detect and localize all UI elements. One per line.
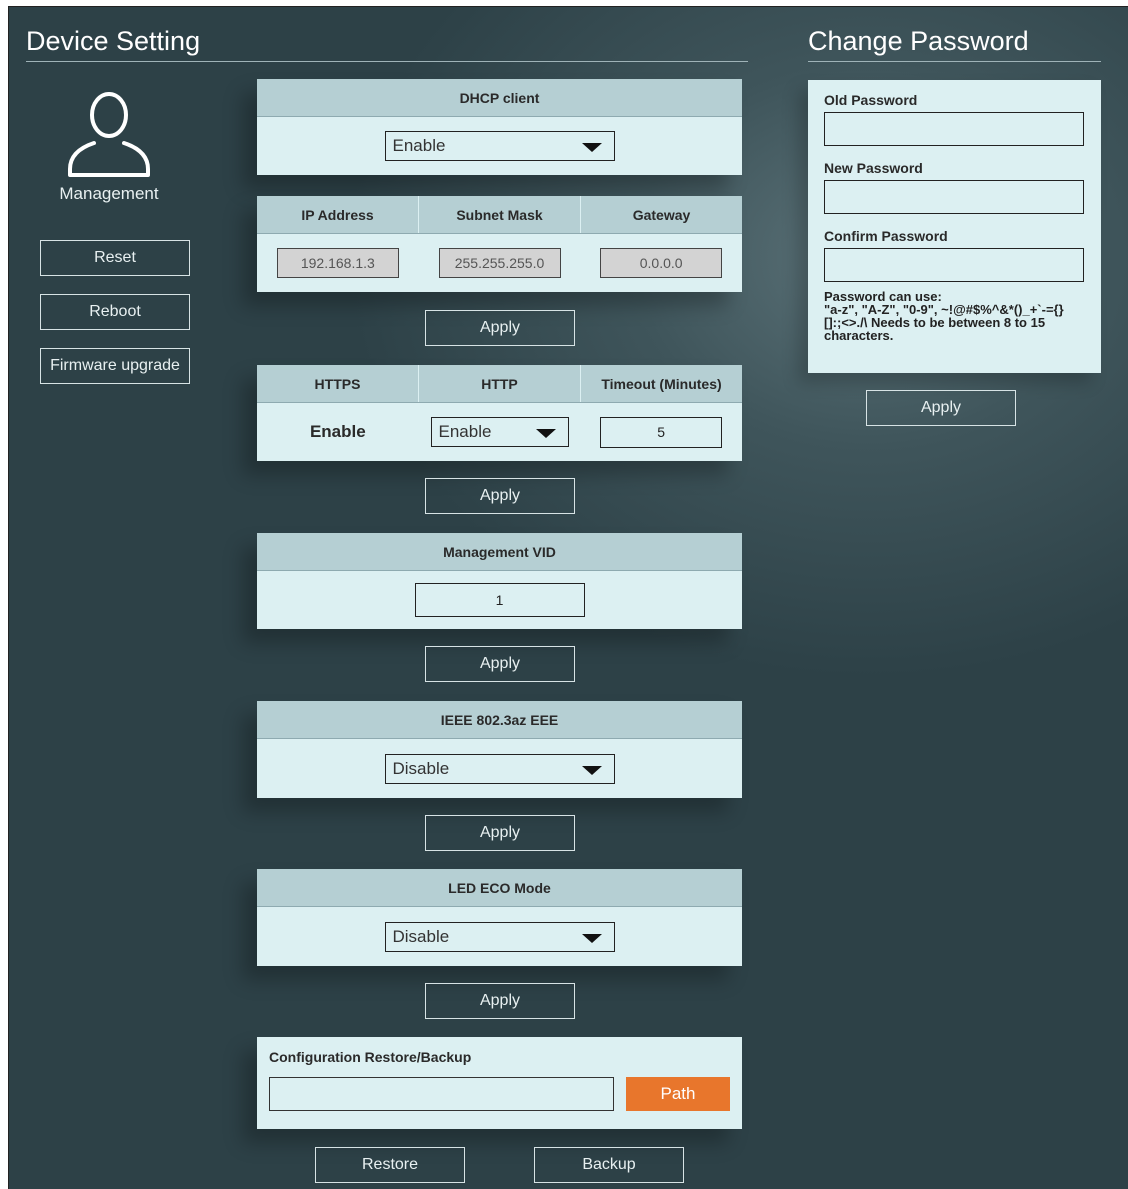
backup-button[interactable]: Backup <box>534 1147 684 1183</box>
config-panel: Configuration Restore/Backup Path <box>257 1037 742 1129</box>
eee-apply-button[interactable]: Apply <box>425 815 575 851</box>
chevron-down-icon <box>581 933 602 943</box>
timeout-input[interactable]: 5 <box>600 416 723 448</box>
management-user-icon <box>64 89 154 179</box>
vid-panel: Management VID 1 <box>257 533 742 629</box>
chevron-down-icon <box>535 429 556 438</box>
http-header: HTTP <box>418 365 580 402</box>
confirm-password-label: Confirm Password <box>824 228 948 244</box>
led-panel: LED ECO Mode Disable <box>257 869 742 966</box>
vid-input[interactable]: 1 <box>414 583 585 617</box>
password-apply-button[interactable]: Apply <box>866 390 1016 426</box>
eee-header: IEEE 802.3az EEE <box>440 711 559 728</box>
https-value: Enable <box>309 422 366 441</box>
vid-header: Management VID <box>443 543 556 560</box>
old-password-label: Old Password <box>824 92 918 108</box>
config-file-path-input[interactable] <box>269 1077 614 1111</box>
led-select[interactable]: Disable <box>384 921 615 952</box>
restore-button[interactable]: Restore <box>315 1147 465 1183</box>
password-rules-line: characters. <box>824 328 894 343</box>
reboot-button[interactable]: Reboot <box>40 294 190 330</box>
eee-panel: IEEE 802.3az EEE Disable <box>257 701 742 798</box>
firmware-upgrade-button[interactable]: Firmware upgrade <box>40 348 190 384</box>
timeout-header: Timeout (Minutes) <box>580 365 742 402</box>
new-password-input[interactable] <box>824 180 1084 214</box>
http-select[interactable]: Enable <box>430 417 569 447</box>
http-select-value: Enable <box>438 422 492 441</box>
subnet-mask-header: Subnet Mask <box>418 196 580 233</box>
ip-address-header: IP Address <box>301 206 374 223</box>
eee-select[interactable]: Disable <box>384 753 615 784</box>
subnet-mask-field[interactable]: 255.255.255.0 <box>438 248 561 278</box>
change-password-title: Change Password <box>808 26 1029 56</box>
web-apply-button[interactable]: Apply <box>425 478 575 514</box>
config-label: Configuration Restore/Backup <box>269 1049 472 1065</box>
new-password-label: New Password <box>824 160 923 176</box>
chevron-down-icon <box>581 143 602 152</box>
gateway-field[interactable]: 0.0.0.0 <box>600 248 723 278</box>
device-setting-title: Device Setting <box>26 26 201 56</box>
title-divider <box>26 61 748 62</box>
password-rules-note: Password can use: "a-z", "A-Z", "0-9", ~… <box>824 290 1085 342</box>
dhcp-select[interactable]: Enable <box>384 131 615 161</box>
device-setting-screen: Device Setting Management Reset Reboot F… <box>8 6 1128 1189</box>
https-header: HTTPS <box>314 375 361 392</box>
dhcp-panel: DHCP client Enable <box>257 79 742 175</box>
eee-select-value: Disable <box>392 758 450 778</box>
path-button[interactable]: Path <box>626 1077 730 1111</box>
network-apply-button[interactable]: Apply <box>425 310 575 346</box>
password-title-divider <box>808 61 1101 62</box>
dhcp-select-value: Enable <box>392 136 446 155</box>
led-apply-button[interactable]: Apply <box>425 983 575 1019</box>
led-header: LED ECO Mode <box>448 879 551 896</box>
led-select-value: Disable <box>392 926 450 946</box>
change-password-panel: Old Password New Password Confirm Passwo… <box>808 80 1101 373</box>
old-password-input[interactable] <box>824 112 1084 146</box>
management-label: Management <box>59 184 159 203</box>
chevron-down-icon <box>581 765 602 775</box>
ip-address-field[interactable]: 192.168.1.3 <box>276 248 399 278</box>
network-panel: IP Address Subnet Mask Gateway 192.168.1… <box>257 196 742 292</box>
gateway-header: Gateway <box>580 196 742 233</box>
web-access-panel: HTTPS HTTP Timeout (Minutes) Enable Enab… <box>257 365 742 461</box>
confirm-password-input[interactable] <box>824 248 1084 282</box>
vid-apply-button[interactable]: Apply <box>425 646 575 682</box>
reset-button[interactable]: Reset <box>40 240 190 276</box>
dhcp-header: DHCP client <box>459 89 540 106</box>
